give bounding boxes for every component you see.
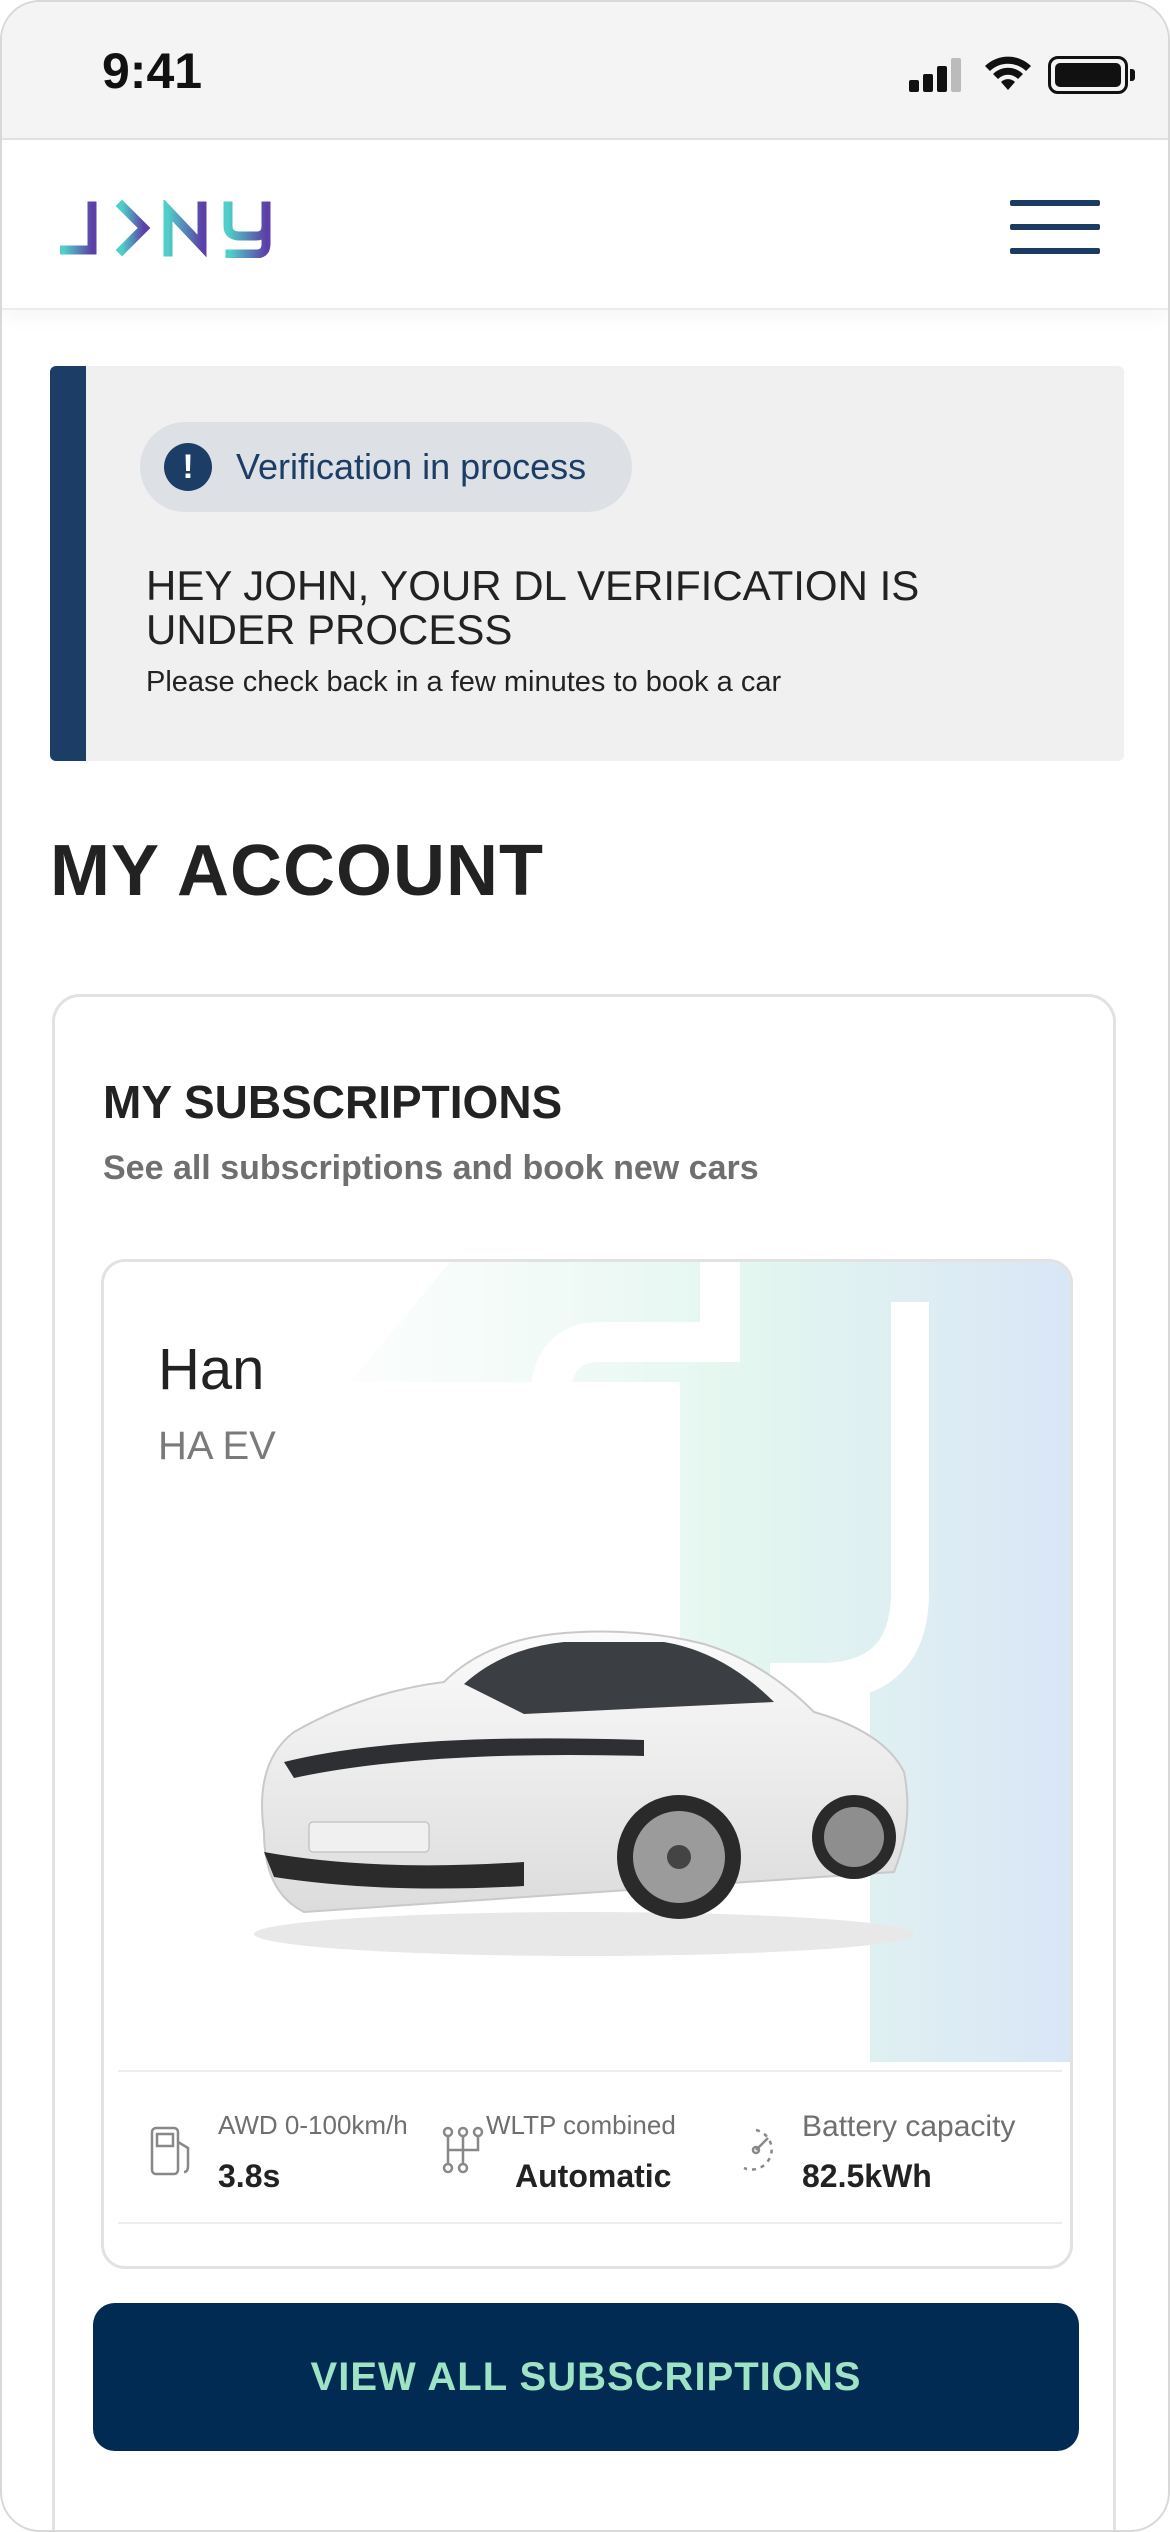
verification-banner: ! Verification in process HEY JOHN, YOUR… [50,366,1124,761]
verification-status-label: Verification in process [236,446,587,487]
battery-icon [1048,56,1135,94]
subscriptions-title: MY SUBSCRIPTIONS [103,1076,563,1128]
cellular-signal-icon [909,58,963,92]
spec-transmission: WLTP combined Automatic [438,2092,728,2202]
status-time: 9:41 [102,43,203,99]
subscriptions-card: MY SUBSCRIPTIONS See all subscriptions a… [52,994,1116,2530]
car-card[interactable]: Han HA EV AWD 0-100km/h 3.8s WLTP combin… [101,1259,1073,2269]
car-specs: AWD 0-100km/h 3.8s WLTP combined Automat… [118,2070,1062,2224]
banner-title: HEY JOHN, YOUR DL VERIFICATION IS UNDER … [146,562,920,653]
status-bar: 9:41 [2,2,1168,140]
subscriptions-description: See all subscriptions and book new cars [103,1149,759,1187]
spec-value: Automatic [515,2158,672,2194]
wifi-icon [985,56,1031,90]
banner-accent-bar [50,366,86,761]
verification-status-pill: ! Verification in process [140,422,632,512]
car-name: Han [158,1337,265,1402]
spec-acceleration: AWD 0-100km/h 3.8s [148,2092,438,2202]
spec-label: Battery capacity [802,2110,1016,2143]
alert-circle-icon: ! [164,443,212,491]
spec-label: AWD 0-100km/h [218,2110,408,2140]
spec-value: 3.8s [218,2158,281,2194]
phone-frame: 9:41 ! Verification in process HEY JOHN,… [0,0,1170,2532]
banner-subtitle: Please check back in a few minutes to bo… [146,666,782,698]
app-header [2,140,1168,310]
car-image [254,1630,914,1956]
fuel-pump-icon [150,2126,190,2176]
spec-value: 82.5kWh [802,2158,932,2194]
gearbox-icon [442,2126,484,2174]
page-title: MY ACCOUNT [50,831,544,911]
hamburger-menu-icon[interactable] [1010,200,1100,254]
battery-gauge-icon [743,2128,773,2171]
car-model: HA EV [158,1424,276,1468]
spec-label: WLTP combined [486,2110,676,2140]
spec-battery: Battery capacity 82.5kWh [732,2092,1052,2202]
jny-logo[interactable] [60,200,292,258]
view-all-subscriptions-button[interactable]: VIEW ALL SUBSCRIPTIONS [93,2303,1079,2451]
